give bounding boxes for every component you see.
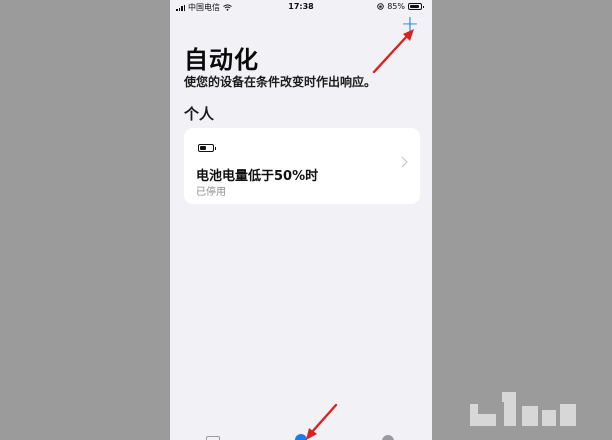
tab-bar [170,430,432,440]
add-automation-button[interactable]: + [398,14,422,38]
battery-icon [198,144,216,152]
status-right: 85% [377,2,424,11]
status-bar: 中国电信 17:38 85% [170,0,432,14]
battery-icon [408,3,424,10]
automation-card-title: 电池电量低于50%时 [196,169,319,184]
page-title: 自动化 [184,46,259,74]
tab-automation-icon[interactable] [295,434,307,440]
page-subtitle: 使您的设备在条件改变时作出响应。 [184,75,377,89]
automation-card[interactable]: 电池电量低于50%时 已停用 [184,128,420,204]
battery-percent: 85% [387,2,405,11]
tab-gallery-icon[interactable] [382,435,394,440]
automation-card-status: 已停用 [196,187,226,198]
tab-home-icon[interactable] [206,436,220,440]
phone-screen: 中国电信 17:38 85% + 自动化 使您的设备在条件改变时作出响应。 个人… [170,0,432,440]
chevron-right-icon [396,156,408,168]
orientation-lock-icon [377,3,384,10]
section-title-personal: 个人 [184,105,215,123]
watermark [470,392,580,426]
